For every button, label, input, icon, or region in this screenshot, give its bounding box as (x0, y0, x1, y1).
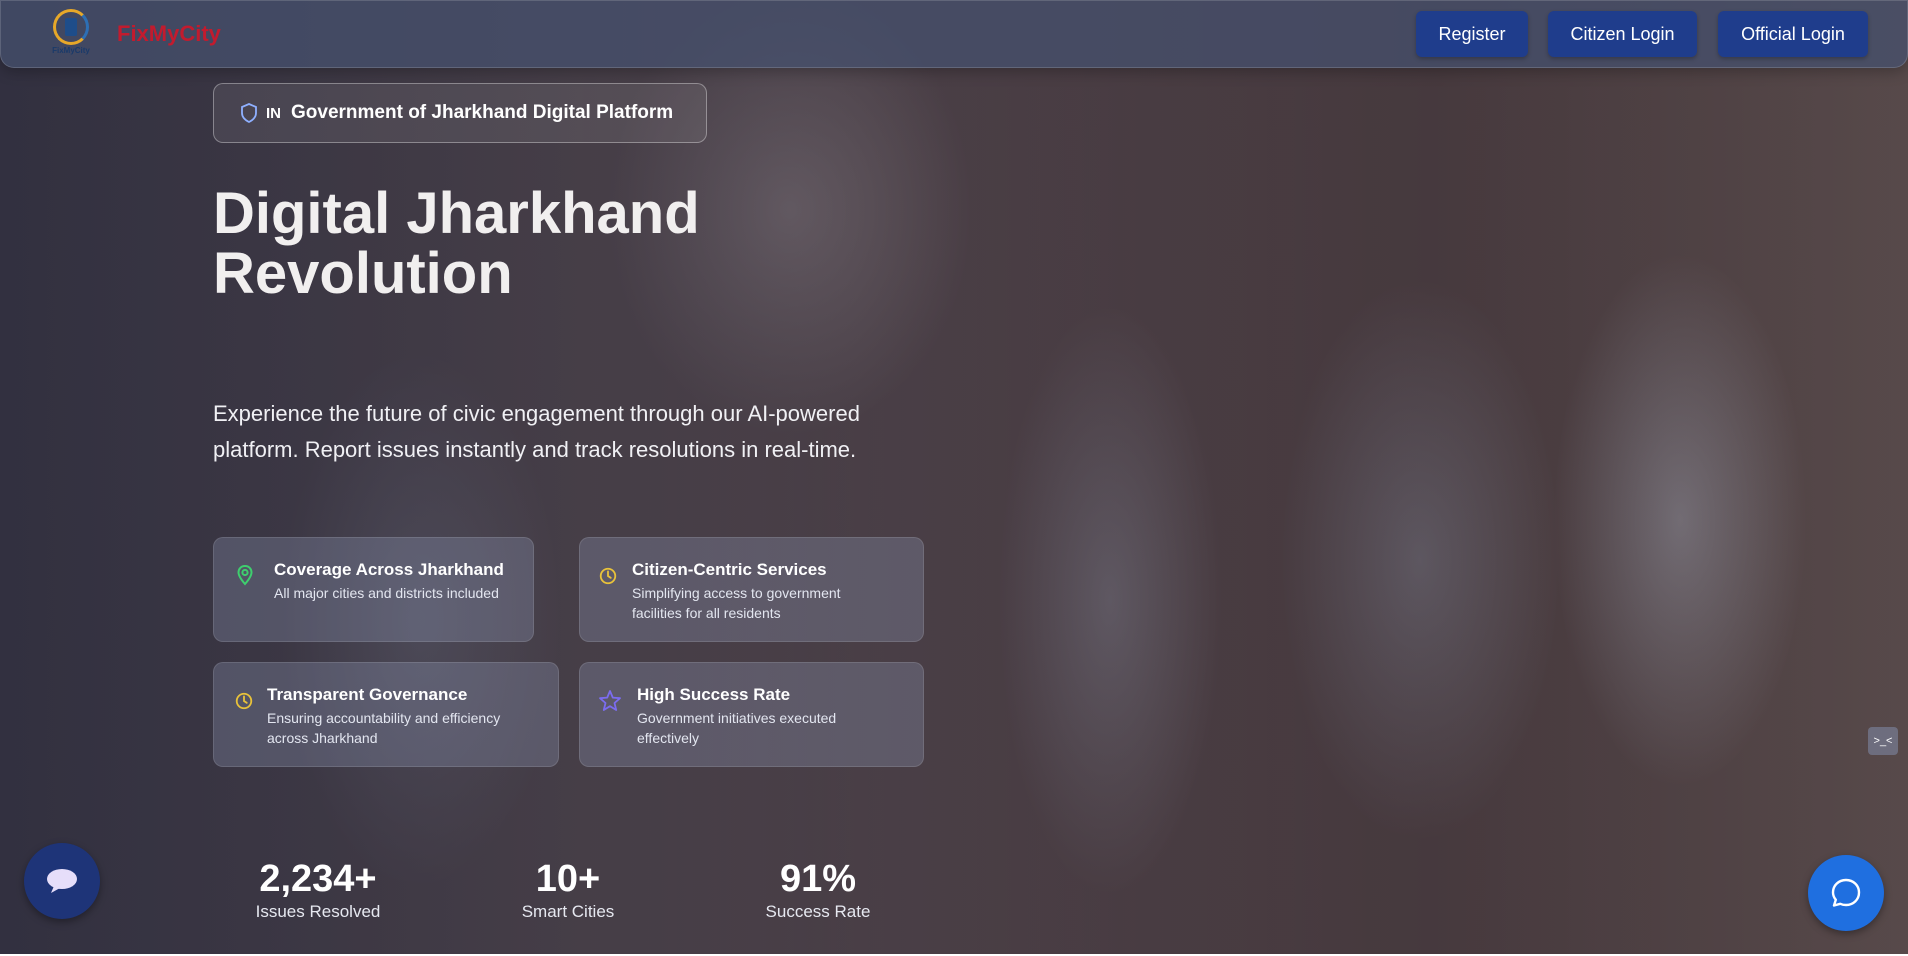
brand-name[interactable]: FixMyCity (117, 21, 221, 47)
support-chat-button[interactable] (1808, 855, 1884, 931)
official-login-button[interactable]: Official Login (1718, 11, 1868, 57)
register-button[interactable]: Register (1416, 11, 1528, 57)
hero-subtitle: Experience the future of civic engagemen… (213, 401, 860, 462)
shield-icon (241, 103, 257, 123)
hero-title: Digital Jharkhand Revolution (213, 181, 700, 306)
stat-value: 10+ (535, 858, 601, 900)
feature-title: Transparent Governance (267, 685, 468, 704)
feature-title: High Success Rate (637, 685, 791, 704)
stat-value: 2,234+ (259, 858, 377, 900)
chatbot-button[interactable] (24, 843, 100, 919)
feature-description: Simplifying access to government facilit… (632, 585, 841, 621)
stat-issues-resolved: 2,234+ Issues Resolved (248, 858, 388, 922)
badge-text: Government of Jharkhand Digital Platform (291, 102, 674, 123)
hero-section: IN Government of Jharkhand Digital Platf… (0, 0, 1908, 954)
chat-bubble-icon (47, 869, 77, 893)
stat-label: Smart Cities (521, 902, 615, 921)
citizen-login-button[interactable]: Citizen Login (1548, 11, 1697, 57)
logo[interactable]: FixMyCity (45, 9, 97, 59)
clock-icon (235, 692, 253, 710)
feature-card-citizen-services: Citizen-Centric Services Simplifying acc… (579, 537, 924, 642)
feature-card-coverage: Coverage Across Jharkhand All major citi… (213, 537, 534, 642)
star-icon (599, 690, 621, 711)
stat-smart-cities: 10+ Smart Cities (508, 858, 628, 922)
map-pin-icon (237, 564, 253, 586)
hero-photo-overlay (0, 0, 1908, 954)
feature-description: Government initiatives executed effectiv… (637, 710, 837, 746)
stat-value: 91% (779, 858, 857, 900)
feature-description: All major cities and districts included (274, 585, 499, 601)
message-circle-icon (1831, 878, 1861, 907)
feature-card-transparent-governance: Transparent Governance Ensuring accounta… (213, 662, 559, 767)
feature-title: Coverage Across Jharkhand (274, 560, 504, 579)
top-navbar: FixMyCity FixMyCity Register Citizen Log… (0, 0, 1908, 68)
feature-title: Citizen-Centric Services (632, 560, 827, 579)
logo-mark-icon (53, 9, 89, 45)
government-badge: IN Government of Jharkhand Digital Platf… (213, 83, 707, 143)
clock-icon (599, 567, 617, 585)
logo-caption: FixMyCity (52, 46, 90, 55)
side-panel-toggle[interactable]: >_< (1868, 727, 1898, 755)
stat-label: Issues Resolved (255, 902, 381, 921)
stat-success-rate: 91% Success Rate (758, 858, 878, 922)
feature-description: Ensuring accountability and efficiency a… (267, 710, 501, 746)
feature-card-success-rate: High Success Rate Government initiatives… (579, 662, 924, 767)
badge-flag: IN (266, 104, 281, 122)
stat-label: Success Rate (765, 902, 871, 921)
